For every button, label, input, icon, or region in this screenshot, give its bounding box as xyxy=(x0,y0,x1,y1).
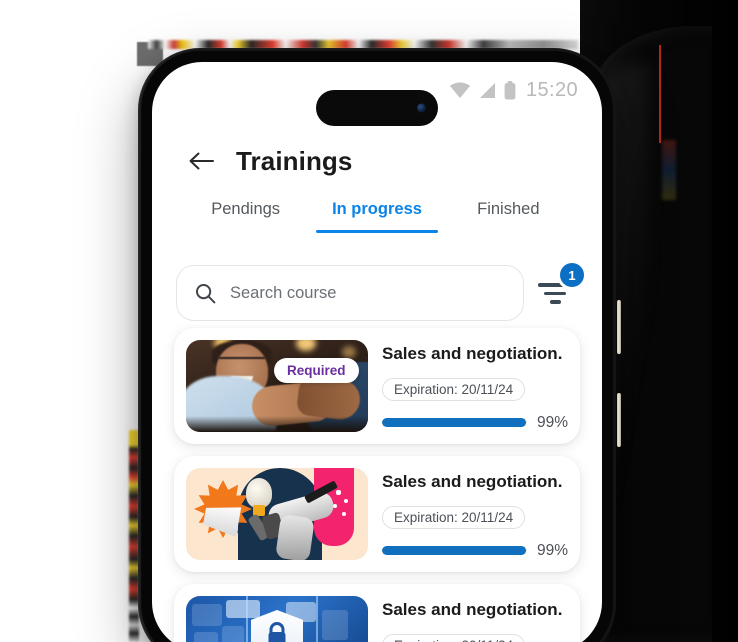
search-placeholder: Search course xyxy=(230,283,337,302)
course-expiration-chip: Expiration: 20/11/24 xyxy=(382,634,526,642)
search-icon xyxy=(196,283,216,303)
phone-device: 15:20 Trainings Pendings In progress Fin… xyxy=(134,48,621,642)
course-expiration-chip: Expiration: 20/11/24 xyxy=(382,378,526,402)
course-progress: 99% xyxy=(382,542,568,560)
course-card-body: Sales and negotiation. Expiration: 20/11… xyxy=(382,596,568,642)
front-camera-icon xyxy=(417,103,426,113)
progress-percent: 99% xyxy=(536,541,568,559)
dynamic-island xyxy=(316,90,438,126)
phone-screen: 15:20 Trainings Pendings In progress Fin… xyxy=(152,62,602,642)
course-card[interactable]: Sales and negotiation. Expiration: 20/11… xyxy=(174,584,580,642)
tab-pendings-label: Pendings xyxy=(211,200,281,218)
course-list[interactable]: Required Sales and negotiation. Expirati… xyxy=(152,328,602,642)
screenshot-stage: 15:20 Trainings Pendings In progress Fin… xyxy=(0,0,738,642)
progress-fill xyxy=(382,546,526,556)
tab-bar: Pendings In progress Finished xyxy=(152,198,602,244)
tab-in-progress-label: In progress xyxy=(332,200,422,218)
wifi-icon xyxy=(449,82,470,98)
volume-down-button[interactable] xyxy=(617,393,621,447)
progress-track xyxy=(382,418,527,428)
search-row: Search course 1 xyxy=(152,260,602,326)
course-title: Sales and negotiation. xyxy=(382,472,563,491)
app-bar: Trainings xyxy=(152,134,602,188)
cyber-shield-photo xyxy=(186,596,368,642)
handshake-photo xyxy=(186,340,368,432)
course-thumbnail-cyber xyxy=(186,596,368,642)
course-title: Sales and negotiation. xyxy=(382,344,563,363)
tab-finished-label: Finished xyxy=(477,200,540,218)
background-color-speckles xyxy=(662,140,676,200)
tab-in-progress[interactable]: In progress xyxy=(311,198,442,233)
tab-finished[interactable]: Finished xyxy=(443,198,574,219)
tab-active-underline xyxy=(315,229,438,233)
filter-button[interactable]: 1 xyxy=(538,263,584,315)
course-card[interactable]: Sales and negotiation. Expiration: 20/11… xyxy=(174,456,580,572)
volume-up-button[interactable] xyxy=(617,300,621,354)
course-card-body: Sales and negotiation. Expiration: 20/11… xyxy=(382,468,568,560)
course-card[interactable]: Required Sales and negotiation. Expirati… xyxy=(174,328,580,444)
course-title: Sales and negotiation. xyxy=(382,600,563,619)
back-arrow-icon xyxy=(189,152,214,170)
filter-badge-count: 1 xyxy=(560,263,584,287)
background-red-line xyxy=(659,45,661,143)
course-thumbnail-handshake: Required xyxy=(186,340,368,432)
progress-fill xyxy=(382,418,526,428)
course-thumbnail-collage xyxy=(186,468,368,560)
page-title: Trainings xyxy=(236,145,353,176)
course-expiration-chip: Expiration: 20/11/24 xyxy=(382,506,526,530)
megaphone-idea-collage xyxy=(186,468,368,560)
tab-pendings[interactable]: Pendings xyxy=(180,198,311,219)
progress-track xyxy=(382,546,527,556)
course-card-body: Sales and negotiation. Expiration: 20/11… xyxy=(382,340,568,432)
search-input[interactable]: Search course xyxy=(176,265,524,321)
course-progress: 99% xyxy=(382,414,568,432)
back-button[interactable] xyxy=(186,146,216,176)
progress-percent: 99% xyxy=(536,413,568,431)
status-bar-time: 15:20 xyxy=(525,78,578,101)
battery-icon xyxy=(504,80,516,99)
cellular-signal-icon xyxy=(479,82,495,98)
required-badge: Required xyxy=(274,358,359,383)
